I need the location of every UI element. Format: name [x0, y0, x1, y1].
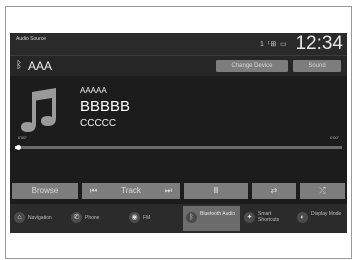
nav-item-label: Navigation	[28, 215, 52, 221]
browse-button[interactable]: Browse	[12, 183, 78, 199]
next-track-button[interactable]: ⏭	[165, 183, 172, 199]
nav-item-label: Smart Shortcuts	[258, 211, 280, 223]
nav-item-label: Display Mode	[311, 211, 342, 217]
nav-item-navigation[interactable]: ⌂ Navigation	[11, 206, 67, 231]
playback-controls: Browse ⏮ Track ⏭ II ⇄ ⤮	[10, 183, 347, 199]
nav-item-label: Bluetooth Audio	[200, 211, 236, 217]
now-playing-area: AAAAA BBBBB CCCCC 0'00" 0'00"	[10, 76, 347, 154]
nav-item-label: Phone	[85, 215, 100, 221]
status-icons: 1 ᵗ⊞ ▭	[260, 41, 288, 48]
display-icon: ◐	[297, 212, 308, 223]
repeat-button[interactable]: ⇄	[252, 183, 296, 199]
radio-icon: ◉	[129, 212, 140, 223]
elapsed-time: 0'00"	[18, 135, 27, 140]
track-control: ⏮ Track ⏭	[82, 183, 180, 199]
bottom-nav: ⌂ Navigation ✆ Phone ◉ FM ᛒ Bluetooth Au…	[10, 204, 347, 233]
previous-track-button[interactable]: ⏮	[90, 183, 97, 199]
nav-item-display-mode[interactable]: ◐ Display Mode	[294, 206, 346, 231]
album-name: BBBBB	[80, 98, 131, 115]
change-device-button[interactable]: Change Device	[216, 60, 288, 72]
artist-name: AAAAA	[80, 86, 107, 95]
sound-button[interactable]: Sound	[293, 60, 341, 72]
bluetooth-icon: ᛒ	[16, 60, 22, 71]
infotainment-screen: Audio Source 1 ᵗ⊞ ▭ 12:34 ᛒ AAA Change D…	[10, 33, 347, 233]
shortcut-icon: ✦	[244, 212, 255, 223]
status-bar: Audio Source 1 ᵗ⊞ ▭ 12:34	[10, 33, 347, 55]
device-row: ᛒ AAA Change Device Sound	[10, 55, 347, 77]
clock: 12:34	[295, 33, 343, 54]
track-title: CCCCC	[80, 118, 117, 129]
pause-button[interactable]: II	[184, 183, 248, 199]
progress-bar[interactable]	[15, 145, 342, 150]
audio-source-button[interactable]: Audio Source	[16, 36, 56, 42]
bluetooth-icon: ᛒ	[186, 212, 197, 223]
progress-knob[interactable]	[16, 145, 22, 150]
track-label: Track	[121, 186, 141, 195]
home-icon: ⌂	[14, 212, 25, 223]
nav-item-bluetooth-audio[interactable]: ᛒ Bluetooth Audio	[183, 206, 240, 231]
music-note-icon	[21, 88, 56, 132]
nav-item-fm[interactable]: ◉ FM	[126, 206, 182, 231]
nav-item-label: FM	[143, 215, 151, 221]
nav-item-smart-shortcuts[interactable]: ✦ Smart Shortcuts	[241, 206, 293, 231]
device-name: AAA	[28, 59, 53, 73]
shuffle-button[interactable]: ⤮	[300, 183, 345, 199]
nav-item-phone[interactable]: ✆ Phone	[68, 206, 125, 231]
total-time: 0'00"	[330, 135, 339, 140]
phone-icon: ✆	[71, 212, 82, 223]
